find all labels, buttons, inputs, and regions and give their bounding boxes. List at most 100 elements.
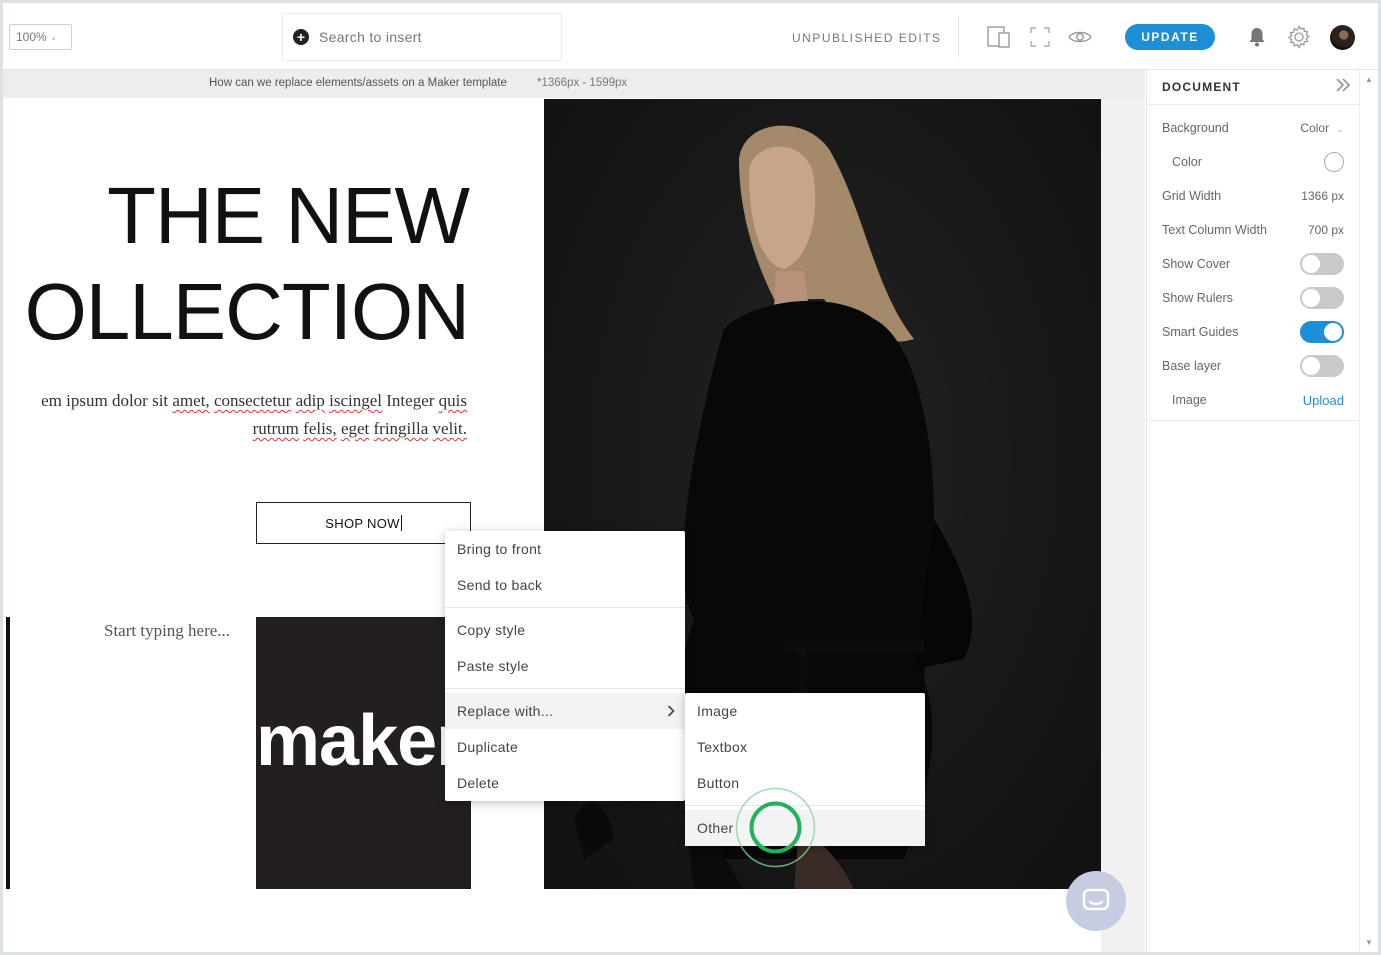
misspelled-word: adip (295, 391, 325, 410)
maker-logo-text: maker (256, 701, 464, 781)
gear-icon[interactable] (1287, 25, 1311, 49)
panel-title: DOCUMENT (1162, 80, 1241, 94)
menu-divider (685, 805, 925, 806)
grid-width-label: Grid Width (1162, 189, 1222, 203)
background-select[interactable]: Color ⌄ (1300, 121, 1344, 135)
grid-width-row: Grid Width 1366 px (1147, 179, 1359, 213)
page-name: How can we replace elements/assets on a … (209, 77, 507, 89)
color-swatch[interactable] (1324, 152, 1344, 172)
show-cover-toggle[interactable] (1300, 253, 1344, 275)
selection-edge (6, 617, 10, 889)
zoom-dropdown[interactable]: 100% ⌄ (9, 24, 72, 50)
submenu-other[interactable]: Other (685, 810, 925, 846)
shop-now-button[interactable]: SHOP NOW (256, 502, 471, 544)
show-rulers-label: Show Rulers (1162, 291, 1233, 305)
menu-send-to-back[interactable]: Send to back (445, 567, 685, 603)
misspelled-word: consectetur (213, 391, 292, 410)
canvas-margin (1101, 98, 1145, 952)
chat-icon (1082, 888, 1110, 911)
collapse-panel-icon[interactable] (1335, 77, 1351, 97)
panel-scrollbar[interactable]: ▲ ▼ (1359, 70, 1378, 952)
misspelled-word: iscingel (329, 391, 383, 410)
base-layer-toggle[interactable] (1300, 355, 1344, 377)
menu-bring-to-front[interactable]: Bring to front (445, 531, 685, 567)
shop-now-label: SHOP NOW (325, 515, 400, 531)
zoom-value: 100% (16, 30, 47, 44)
chevron-down-icon: ⌄ (49, 31, 58, 42)
background-label: Background (1162, 121, 1229, 135)
replace-submenu: Image Textbox Button Other (685, 693, 925, 846)
panel-header: DOCUMENT (1147, 70, 1359, 105)
base-layer-label: Base layer (1162, 359, 1222, 373)
toggle-knob (1324, 323, 1342, 341)
menu-delete[interactable]: Delete (445, 765, 685, 801)
chat-support-button[interactable] (1066, 871, 1126, 931)
maker-logo-image[interactable]: maker (256, 617, 471, 889)
update-button[interactable]: UPDATE (1125, 24, 1215, 50)
responsive-icon[interactable] (987, 25, 1011, 49)
misspelled-word: felis, (303, 419, 337, 438)
user-avatar[interactable] (1330, 25, 1355, 50)
toolbar-divider (958, 17, 959, 57)
page-dimensions: *1366px - 1599px (537, 77, 628, 89)
search-insert[interactable]: + Search to insert (282, 13, 562, 61)
headline-line-2: OLLECTION (24, 267, 470, 356)
body-paragraph[interactable]: em ipsum dolor sit amet, consectetur adi… (3, 387, 467, 443)
context-menu: Bring to front Send to back Copy style P… (445, 531, 685, 801)
background-value: Color (1300, 121, 1330, 135)
menu-duplicate[interactable]: Duplicate (445, 729, 685, 765)
menu-replace-with-label: Replace with... (457, 703, 554, 719)
toggle-knob (1302, 255, 1320, 273)
panel-divider (1147, 420, 1359, 421)
show-cover-row: Show Cover (1147, 247, 1359, 281)
text-column-width-value[interactable]: 700 px (1308, 223, 1344, 237)
grid-width-value[interactable]: 1366 px (1301, 189, 1344, 203)
headline-line-1: THE NEW (107, 171, 470, 260)
menu-divider (445, 607, 685, 608)
body-text-start: em ipsum dolor sit (41, 391, 169, 410)
editor-canvas[interactable]: THE NEW OLLECTION em ipsum dolor sit ame… (3, 98, 1145, 952)
menu-divider (445, 688, 685, 689)
menu-replace-with[interactable]: Replace with... (445, 693, 685, 729)
top-toolbar: 100% ⌄ + Search to insert UNPUBLISHED ED… (3, 3, 1378, 70)
misspelled-word: fringilla (373, 419, 429, 438)
upload-link[interactable]: Upload (1303, 393, 1344, 408)
show-rulers-toggle[interactable] (1300, 287, 1344, 309)
fullscreen-icon[interactable] (1028, 25, 1052, 49)
scroll-up-icon[interactable]: ▲ (1365, 75, 1373, 84)
headline-text[interactable]: THE NEW OLLECTION (24, 168, 470, 360)
chevron-down-icon: ⌄ (1336, 124, 1344, 134)
plus-icon: + (293, 29, 309, 45)
image-label: Image (1172, 393, 1207, 407)
misspelled-word: rutrum (252, 419, 299, 438)
bell-icon[interactable] (1245, 25, 1269, 49)
publish-status: UNPUBLISHED EDITS (792, 31, 942, 45)
document-panel: DOCUMENT Background Color ⌄ Color Grid W… (1146, 70, 1359, 952)
toggle-knob (1302, 357, 1320, 375)
image-row: Image Upload (1147, 383, 1359, 417)
color-label: Color (1172, 155, 1202, 169)
search-placeholder: Search to insert (319, 29, 422, 45)
chevron-right-icon (667, 704, 675, 720)
submenu-textbox[interactable]: Textbox (685, 729, 925, 765)
scroll-down-icon[interactable]: ▼ (1365, 938, 1373, 947)
base-layer-row: Base layer (1147, 349, 1359, 383)
misspelled-word: eget (340, 419, 370, 438)
smart-guides-label: Smart Guides (1162, 325, 1239, 339)
preview-eye-icon[interactable] (1068, 25, 1092, 49)
misspelled-word: quis (438, 391, 467, 410)
toggle-knob (1302, 289, 1320, 307)
submenu-button[interactable]: Button (685, 765, 925, 801)
smart-guides-row: Smart Guides (1147, 315, 1359, 349)
smart-guides-toggle[interactable] (1300, 321, 1344, 343)
empty-textbox-placeholder[interactable]: Start typing here... (104, 621, 230, 641)
show-cover-label: Show Cover (1162, 257, 1231, 271)
misspelled-word: amet, (172, 391, 210, 410)
text-column-width-label: Text Column Width (1162, 223, 1267, 237)
text-caret (400, 515, 402, 531)
menu-paste-style[interactable]: Paste style (445, 648, 685, 684)
color-row: Color (1147, 145, 1359, 179)
misspelled-word: velit. (432, 419, 467, 438)
menu-copy-style[interactable]: Copy style (445, 612, 685, 648)
submenu-image[interactable]: Image (685, 693, 925, 729)
